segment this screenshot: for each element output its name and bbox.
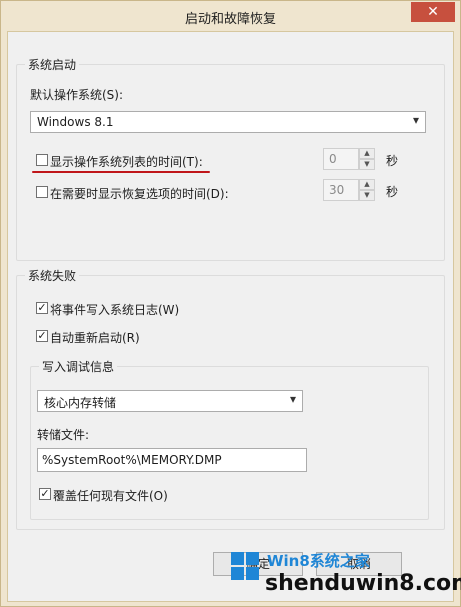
show-os-list-spin-up-icon[interactable]: ▲: [359, 148, 375, 159]
show-recovery-spin-up-icon[interactable]: ▲: [359, 179, 375, 190]
dump-type-value: 核心内存转储: [44, 396, 117, 410]
startup-group-title: 系统启动: [25, 56, 80, 73]
dialog-body: 系统启动 默认操作系统(S): Windows 8.1 ▾ 显示操作系统列表的时…: [7, 31, 454, 602]
overwrite-checkbox[interactable]: ✓: [39, 488, 51, 500]
auto-restart-checkbox[interactable]: ✓: [36, 330, 48, 342]
dialog-title: 启动和故障恢复: [184, 12, 276, 27]
title-bar: 启动和故障恢复 ✕: [1, 1, 460, 31]
write-event-label: 将事件写入系统日志(W): [50, 303, 180, 317]
show-recovery-label: 在需要时显示恢复选项的时间(D):: [50, 187, 229, 201]
default-os-label: 默认操作系统(S):: [30, 88, 124, 102]
show-os-list-seconds[interactable]: 0: [323, 148, 359, 170]
show-recovery-spin-down-icon[interactable]: ▼: [359, 190, 375, 201]
show-os-list-label: 显示操作系统列表的时间(T):: [50, 155, 203, 169]
default-os-select[interactable]: Windows 8.1 ▾: [30, 111, 426, 133]
overwrite-label: 覆盖任何现有文件(O): [53, 489, 168, 503]
chevron-down-icon: ▾: [412, 113, 419, 127]
show-os-list-unit: 秒: [386, 154, 399, 168]
dump-file-input[interactable]: %SystemRoot%\MEMORY.DMP: [37, 448, 307, 472]
dump-type-select[interactable]: 核心内存转储 ▾: [37, 390, 303, 412]
chevron-down-icon: ▾: [289, 392, 296, 406]
default-os-value: Windows 8.1: [37, 115, 114, 129]
show-os-list-spin-down-icon[interactable]: ▼: [359, 159, 375, 170]
watermark-bottom-text: shenduwin8.com: [265, 571, 461, 596]
show-recovery-checkbox[interactable]: [36, 186, 48, 198]
write-event-checkbox[interactable]: ✓: [36, 302, 48, 314]
watermark: Win8系统之家 shenduwin8.com: [205, 540, 461, 607]
show-recovery-seconds[interactable]: 30: [323, 179, 359, 201]
dump-file-label: 转储文件:: [37, 428, 90, 442]
auto-restart-label: 自动重新启动(R): [50, 331, 140, 345]
debug-group-title: 写入调试信息: [39, 358, 118, 375]
close-button[interactable]: ✕: [411, 2, 455, 22]
windows-logo-icon: [231, 552, 259, 580]
show-os-list-checkbox[interactable]: [36, 154, 48, 166]
annotation-underline: [32, 171, 210, 173]
show-recovery-unit: 秒: [386, 185, 399, 199]
watermark-top-text: Win8系统之家: [267, 552, 370, 570]
close-icon: ✕: [427, 4, 439, 20]
dialog-window: 启动和故障恢复 ✕ 系统启动 默认操作系统(S): Windows 8.1 ▾ …: [0, 0, 461, 607]
failure-group-title: 系统失败: [25, 267, 80, 284]
